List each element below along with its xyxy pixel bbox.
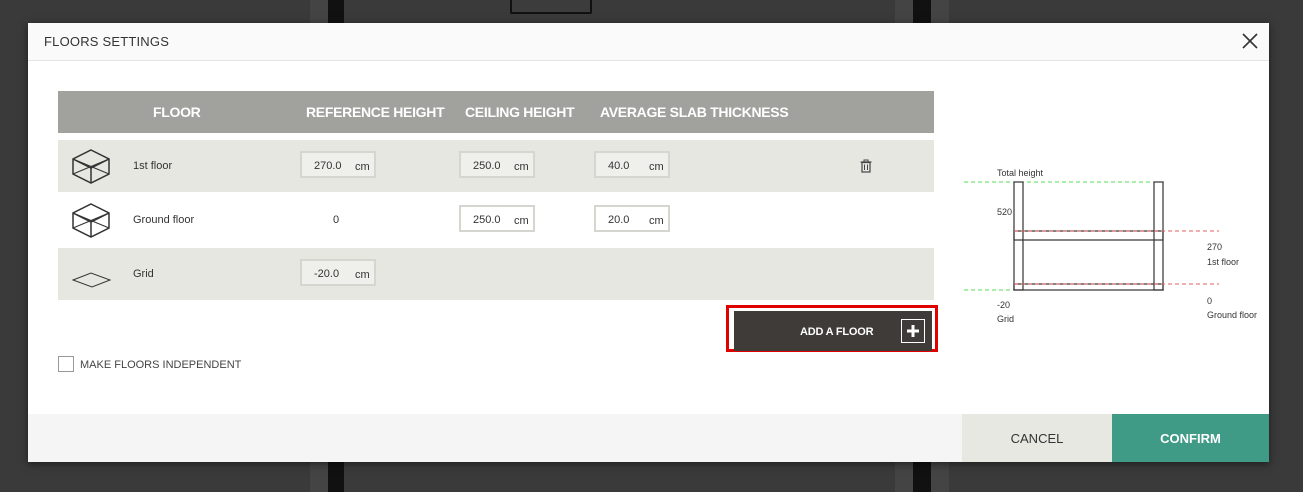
dialog-header: FLOORS SETTINGS (28, 23, 1269, 61)
slab-thickness-value: 40.0 (608, 160, 630, 172)
unit-label: cm (355, 161, 370, 173)
dialog-footer: CANCEL CONFIRM (28, 414, 1269, 462)
slab-thickness-value: 20.0 (608, 214, 630, 226)
cancel-button[interactable]: CANCEL (962, 414, 1112, 462)
floors-diagram: Total height 520 270 1st floor -20 Grid … (964, 168, 1257, 324)
grid-label: Grid (997, 314, 1015, 324)
total-height-value: 520 (997, 207, 1013, 217)
header-ceiling-height: CEILING HEIGHT (465, 104, 575, 120)
slab-thickness-input[interactable]: 20.0 cm (594, 205, 670, 232)
floor-name: 1st floor (133, 160, 173, 172)
first-floor-value: 270 (1207, 242, 1223, 252)
header-average-slab-thickness: AVERAGE SLAB THICKNESS (600, 104, 789, 120)
reference-height-input[interactable]: 270.0 cm (300, 151, 376, 178)
reference-height-value: 0 (333, 214, 340, 226)
floor-name: Ground floor (133, 214, 195, 226)
header-floor: FLOOR (153, 104, 201, 120)
make-floors-independent-label: MAKE FLOORS INDEPENDENT (80, 359, 242, 371)
plus-icon (907, 325, 919, 337)
box-3d-icon (72, 149, 110, 184)
first-floor-label: 1st floor (1207, 257, 1240, 267)
close-icon (1242, 33, 1258, 49)
cancel-label: CANCEL (1010, 431, 1064, 446)
unit-label: cm (355, 269, 370, 281)
floors-diagram-drawing (964, 181, 1219, 291)
unit-label: cm (514, 161, 529, 173)
floors-table-header: FLOOR REFERENCE HEIGHT CEILING HEIGHT AV… (58, 91, 934, 133)
confirm-button[interactable]: CONFIRM (1112, 414, 1269, 462)
plane-icon (71, 272, 112, 288)
reference-height-value: -20.0 (314, 268, 340, 280)
floor-name: Grid (133, 268, 154, 280)
ground-floor-label: Ground floor (1207, 310, 1258, 320)
confirm-label: CONFIRM (1160, 431, 1221, 446)
box-3d-icon (72, 203, 110, 238)
ceiling-height-input[interactable]: 250.0 cm (459, 151, 535, 178)
background-button (510, 0, 592, 14)
ceiling-height-input[interactable]: 250.0 cm (459, 205, 535, 232)
floor-row-ground-floor: Ground floor 0 250.0 cm 20.0 cm (58, 194, 934, 246)
add-floor-label: ADD A FLOOR (800, 326, 874, 338)
make-floors-independent-checkbox[interactable] (58, 356, 74, 372)
grid-value: -20 (997, 300, 1011, 310)
header-reference-height: REFERENCE HEIGHT (306, 104, 445, 120)
floor-row-grid: Grid -20.0 cm (58, 248, 934, 300)
trash-icon[interactable] (859, 159, 873, 173)
floor-row-1st-floor: 1st floor 270.0 cm 250.0 cm 40.0 cm (58, 140, 934, 192)
dialog-title: FLOORS SETTINGS (44, 34, 170, 49)
reference-height-input[interactable]: -20.0 cm (300, 259, 376, 286)
ground-floor-value: 0 (1207, 296, 1213, 306)
slab-thickness-input[interactable]: 40.0 cm (594, 151, 670, 178)
add-floor-button[interactable]: ADD A FLOOR (734, 311, 932, 351)
total-height-label: Total height (997, 168, 1044, 178)
reference-height-value: 270.0 (314, 160, 342, 172)
ceiling-height-value: 250.0 (473, 160, 501, 172)
close-button[interactable] (1240, 31, 1260, 51)
ceiling-height-value: 250.0 (473, 214, 501, 226)
plus-icon-box (901, 319, 925, 343)
unit-label: cm (649, 215, 664, 227)
unit-label: cm (514, 215, 529, 227)
floors-settings-dialog: FLOORS SETTINGS FLOOR REFERENCE HEIGHT C… (28, 23, 1269, 462)
unit-label: cm (649, 161, 664, 173)
